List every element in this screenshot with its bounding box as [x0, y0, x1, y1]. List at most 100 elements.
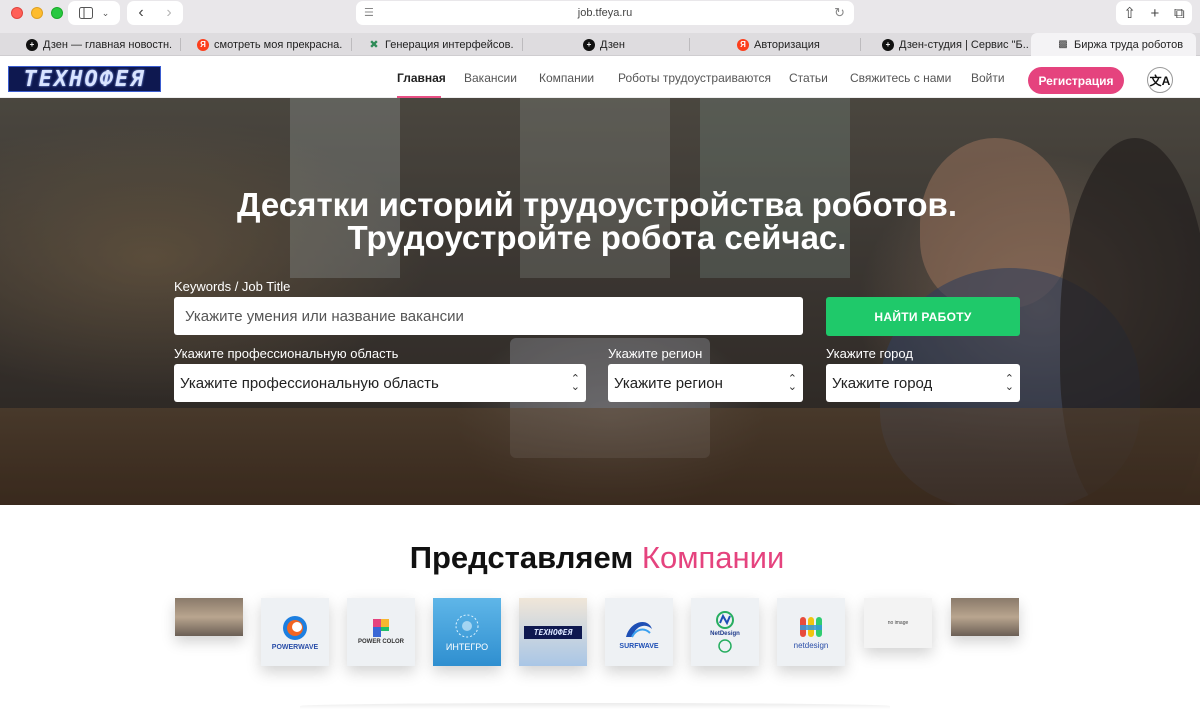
- new-tab-icon[interactable]: +: [1151, 5, 1160, 22]
- nav-robots-employed[interactable]: Роботы трудоустраиваются: [618, 71, 771, 85]
- dzen-icon: +: [26, 38, 38, 51]
- translate-icon[interactable]: 文A: [1147, 67, 1173, 93]
- netdesign-logo-icon: [716, 611, 734, 629]
- logo-label: ИНТЕГРО: [445, 642, 489, 652]
- netdesign-color-logo-icon: [800, 616, 822, 637]
- url-text: job.tfeya.ru: [577, 7, 633, 19]
- company-logo-netdesign-1[interactable]: NetDesign: [691, 598, 759, 666]
- back-button[interactable]: ‹: [138, 4, 143, 22]
- tab-video[interactable]: Я смотреть моя прекрасна...: [193, 33, 343, 56]
- yandex-icon: Я: [197, 38, 209, 51]
- tab-title: смотреть моя прекрасна...: [214, 38, 343, 51]
- window-controls: [11, 7, 63, 19]
- company-logo-photo-1[interactable]: [175, 598, 243, 636]
- hero-title: Десятки историй трудоустройства роботов.…: [0, 188, 1194, 254]
- forward-button[interactable]: ›: [166, 4, 171, 22]
- zoom-window-button[interactable]: [51, 7, 63, 19]
- area-select[interactable]: Укажите профессиональную область ⌃ ⌄: [174, 364, 586, 402]
- tab-generator[interactable]: ✖ Генерация интерфейсов...: [364, 33, 514, 56]
- keywords-label: Keywords / Job Title: [174, 279, 291, 294]
- sidebar-icon: [78, 7, 93, 19]
- company-logo-powerwave[interactable]: POWERWAVE: [261, 598, 329, 666]
- section-shadow: [300, 703, 890, 709]
- nav-articles[interactable]: Статьи: [789, 71, 828, 85]
- region-select[interactable]: Укажите регион ⌃ ⌄: [608, 364, 803, 402]
- select-chevron-icon: ⌃ ⌄: [787, 373, 797, 393]
- page-icon: ☰: [364, 7, 374, 19]
- close-window-button[interactable]: [11, 7, 23, 19]
- toolbar-right: ⇧ + ⧉: [1116, 1, 1192, 25]
- area-select-value: Укажите профессиональную область: [180, 374, 439, 392]
- logo-label: ТЕХНОФЕЯ: [524, 625, 582, 639]
- select-chevron-icon: ⌃ ⌄: [570, 373, 580, 393]
- browser-titlebar: ⌄ ‹ › ☰ job.tfeya.ru ↻ ⇧ + ⧉: [0, 0, 1200, 33]
- logo-label: no image: [887, 620, 909, 626]
- company-logo-netdesign-2[interactable]: netdesign: [777, 598, 845, 666]
- share-icon[interactable]: ⇧: [1123, 4, 1136, 22]
- logo-text: ТЕХНОФЕЯ: [23, 66, 146, 92]
- nav-login[interactable]: Войти: [971, 71, 1005, 85]
- netdesign-logo-icon: [718, 639, 732, 653]
- tab-title: Дзен-студия | Сервис "Б...: [899, 38, 1028, 51]
- hero-title-line2: Трудоустройте робота сейчас.: [347, 219, 847, 256]
- sidebar-toggle-button[interactable]: ⌄: [68, 1, 120, 25]
- find-job-button[interactable]: НАЙТИ РАБОТУ: [826, 297, 1020, 336]
- tab-divider: [689, 38, 690, 51]
- companies-heading-accent: Компании: [641, 540, 785, 575]
- nav-companies[interactable]: Компании: [539, 71, 594, 85]
- tab-divider: [860, 38, 861, 51]
- power-color-logo-icon: [373, 619, 389, 637]
- city-select-value: Укажите город: [832, 374, 933, 392]
- region-select-value: Укажите регион: [614, 374, 723, 392]
- logo-label: netdesign: [793, 640, 829, 650]
- city-label: Укажите город: [826, 346, 913, 361]
- company-logo-no-image[interactable]: no image: [864, 598, 932, 648]
- companies-heading-main: Представляем: [409, 540, 634, 575]
- tab-dzen-main[interactable]: + Дзен — главная новостн...: [22, 33, 172, 56]
- site-header: [0, 57, 1200, 98]
- tab-divider: [180, 38, 181, 51]
- city-select[interactable]: Укажите город ⌃ ⌄: [826, 364, 1020, 402]
- logo-label: POWER COLOR: [358, 639, 404, 645]
- nav-vacancies[interactable]: Вакансии: [464, 71, 517, 85]
- history-nav: ‹ ›: [127, 1, 183, 25]
- tab-title: Авторизация: [754, 38, 820, 51]
- company-logos: POWERWAVE POWER COLOR ИНТЕГРО ТЕХНОФЕЯ S…: [0, 598, 1200, 678]
- robot-exchange-icon: ▩: [1058, 39, 1068, 50]
- tab-title: Генерация интерфейсов...: [385, 38, 514, 51]
- generator-icon: ✖: [369, 39, 379, 51]
- tab-title: Дзен: [600, 38, 625, 51]
- company-logo-integro[interactable]: ИНТЕГРО: [433, 598, 501, 666]
- select-chevron-icon: ⌃ ⌄: [1004, 373, 1014, 393]
- register-button[interactable]: Регистрация: [1028, 67, 1124, 94]
- tab-auth[interactable]: Я Авторизация: [733, 33, 853, 56]
- company-logo-photo-2[interactable]: [951, 598, 1019, 636]
- tab-title: Биржа труда роботов: [1074, 38, 1184, 51]
- company-logo-power-color[interactable]: POWER COLOR: [347, 598, 415, 666]
- companies-heading: Представляем Компании: [0, 540, 1194, 576]
- tab-robot-exchange[interactable]: ▩ Биржа труда роботов: [1031, 33, 1196, 56]
- tab-divider: [522, 38, 523, 51]
- keywords-input[interactable]: [174, 297, 803, 335]
- dzen-icon: +: [882, 38, 894, 51]
- logo-label: POWERWAVE: [271, 643, 319, 651]
- area-label: Укажите профессиональную область: [174, 346, 399, 361]
- integro-logo-icon: [455, 614, 479, 638]
- nav-home[interactable]: Главная: [397, 71, 446, 85]
- company-logo-surfwave[interactable]: SURFWAVE: [605, 598, 673, 666]
- minimize-window-button[interactable]: [31, 7, 43, 19]
- company-logo-technofeya[interactable]: ТЕХНОФЕЯ: [519, 598, 587, 666]
- address-bar[interactable]: ☰ job.tfeya.ru ↻: [356, 1, 854, 25]
- logo-label: SURFWAVE: [619, 642, 659, 650]
- tab-dzen-studio[interactable]: + Дзен-студия | Сервис "Б...: [878, 33, 1028, 56]
- dzen-icon: +: [583, 38, 595, 51]
- tab-overview-icon[interactable]: ⧉: [1174, 5, 1185, 22]
- tab-bar: + Дзен — главная новостн... Я смотреть м…: [0, 33, 1200, 56]
- chevron-down-icon: ⌄: [101, 7, 110, 18]
- tab-divider: [351, 38, 352, 51]
- tab-dzen[interactable]: + Дзен: [579, 33, 679, 56]
- reload-icon[interactable]: ↻: [834, 5, 845, 21]
- powerwave-logo-icon: [283, 615, 307, 640]
- nav-contact[interactable]: Свяжитесь с нами: [850, 71, 951, 85]
- site-logo[interactable]: ТЕХНОФЕЯ: [8, 66, 161, 92]
